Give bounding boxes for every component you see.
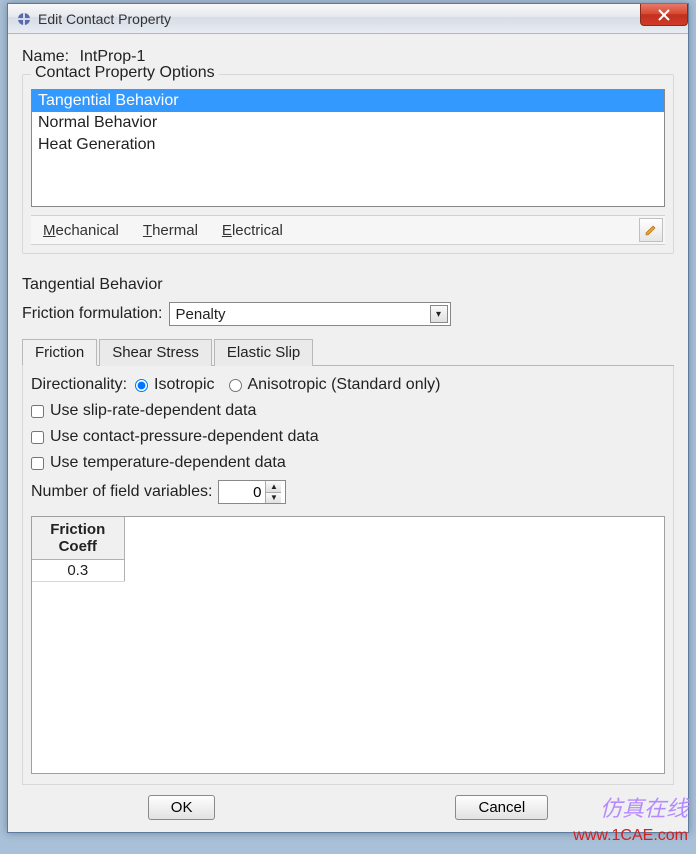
titlebar[interactable]: Edit Contact Property bbox=[8, 4, 688, 34]
dialog-buttons: OK Cancel bbox=[22, 785, 674, 824]
check-slip-rate-row: Use slip-rate-dependent data bbox=[31, 402, 665, 420]
dialog-window: Edit Contact Property Name: IntProp-1 Co… bbox=[7, 3, 689, 833]
tab-elastic-slip[interactable]: Elastic Slip bbox=[214, 339, 313, 366]
spinner-down-icon[interactable]: ▼ bbox=[266, 493, 281, 504]
dialog-body: Name: IntProp-1 Contact Property Options… bbox=[8, 34, 688, 832]
edit-icon-button[interactable] bbox=[639, 218, 663, 242]
field-vars-spinner[interactable]: ▲ ▼ bbox=[218, 480, 286, 504]
contact-property-options-group: Contact Property Options Tangential Beha… bbox=[22, 74, 674, 254]
friction-formulation-row: Friction formulation: Penalty ▾ bbox=[22, 302, 674, 326]
cancel-button[interactable]: Cancel bbox=[455, 795, 548, 820]
check-slip-rate[interactable] bbox=[31, 405, 44, 418]
table-header-friction-coeff: Friction Coeff bbox=[32, 517, 124, 560]
radio-anisotropic-label: Anisotropic (Standard only) bbox=[248, 376, 441, 394]
check-contact-pressure-label: Use contact-pressure-dependent data bbox=[50, 428, 319, 446]
close-button[interactable] bbox=[640, 4, 688, 26]
name-value: IntProp-1 bbox=[80, 48, 146, 65]
tab-electrical[interactable]: Electrical bbox=[210, 218, 295, 243]
friction-formulation-value: Penalty bbox=[176, 306, 226, 323]
ok-button[interactable]: OK bbox=[148, 795, 216, 820]
category-tabs: Mechanical Thermal Electrical bbox=[31, 215, 665, 245]
check-slip-rate-label: Use slip-rate-dependent data bbox=[50, 402, 256, 420]
directionality-label: Directionality: bbox=[31, 376, 127, 394]
options-legend: Contact Property Options bbox=[31, 64, 219, 82]
chevron-down-icon: ▾ bbox=[430, 305, 448, 323]
option-normal-behavior[interactable]: Normal Behavior bbox=[32, 112, 664, 134]
check-temperature-row: Use temperature-dependent data bbox=[31, 454, 665, 472]
section-title: Tangential Behavior bbox=[22, 276, 674, 294]
name-label: Name: bbox=[22, 48, 69, 65]
radio-isotropic-label: Isotropic bbox=[154, 376, 214, 394]
window-title: Edit Contact Property bbox=[38, 11, 171, 27]
check-contact-pressure[interactable] bbox=[31, 431, 44, 444]
friction-coeff-table[interactable]: Friction Coeff 0.3 bbox=[31, 516, 665, 774]
check-temperature[interactable] bbox=[31, 457, 44, 470]
field-vars-row: Number of field variables: ▲ ▼ bbox=[31, 480, 665, 504]
check-contact-pressure-row: Use contact-pressure-dependent data bbox=[31, 428, 665, 446]
friction-formulation-select[interactable]: Penalty ▾ bbox=[169, 302, 451, 326]
directionality-row: Directionality: Isotropic Anisotropic (S… bbox=[31, 376, 665, 394]
radio-anisotropic[interactable] bbox=[229, 379, 242, 392]
options-list[interactable]: Tangential Behavior Normal Behavior Heat… bbox=[31, 89, 665, 207]
spinner-up-icon[interactable]: ▲ bbox=[266, 481, 281, 493]
option-heat-generation[interactable]: Heat Generation bbox=[32, 134, 664, 156]
tab-thermal[interactable]: Thermal bbox=[131, 218, 210, 243]
field-vars-input[interactable] bbox=[219, 484, 265, 501]
friction-panel: Directionality: Isotropic Anisotropic (S… bbox=[22, 366, 674, 785]
app-icon bbox=[16, 11, 32, 27]
tab-mechanical[interactable]: Mechanical bbox=[31, 218, 131, 243]
friction-tabs: Friction Shear Stress Elastic Slip bbox=[22, 338, 674, 366]
tab-friction[interactable]: Friction bbox=[22, 339, 97, 366]
radio-isotropic[interactable] bbox=[135, 379, 148, 392]
check-temperature-label: Use temperature-dependent data bbox=[50, 454, 286, 472]
friction-formulation-label: Friction formulation: bbox=[22, 305, 163, 323]
field-vars-label: Number of field variables: bbox=[31, 483, 212, 501]
table-cell[interactable]: 0.3 bbox=[32, 560, 124, 582]
tab-shear-stress[interactable]: Shear Stress bbox=[99, 339, 212, 366]
option-tangential-behavior[interactable]: Tangential Behavior bbox=[32, 90, 664, 112]
